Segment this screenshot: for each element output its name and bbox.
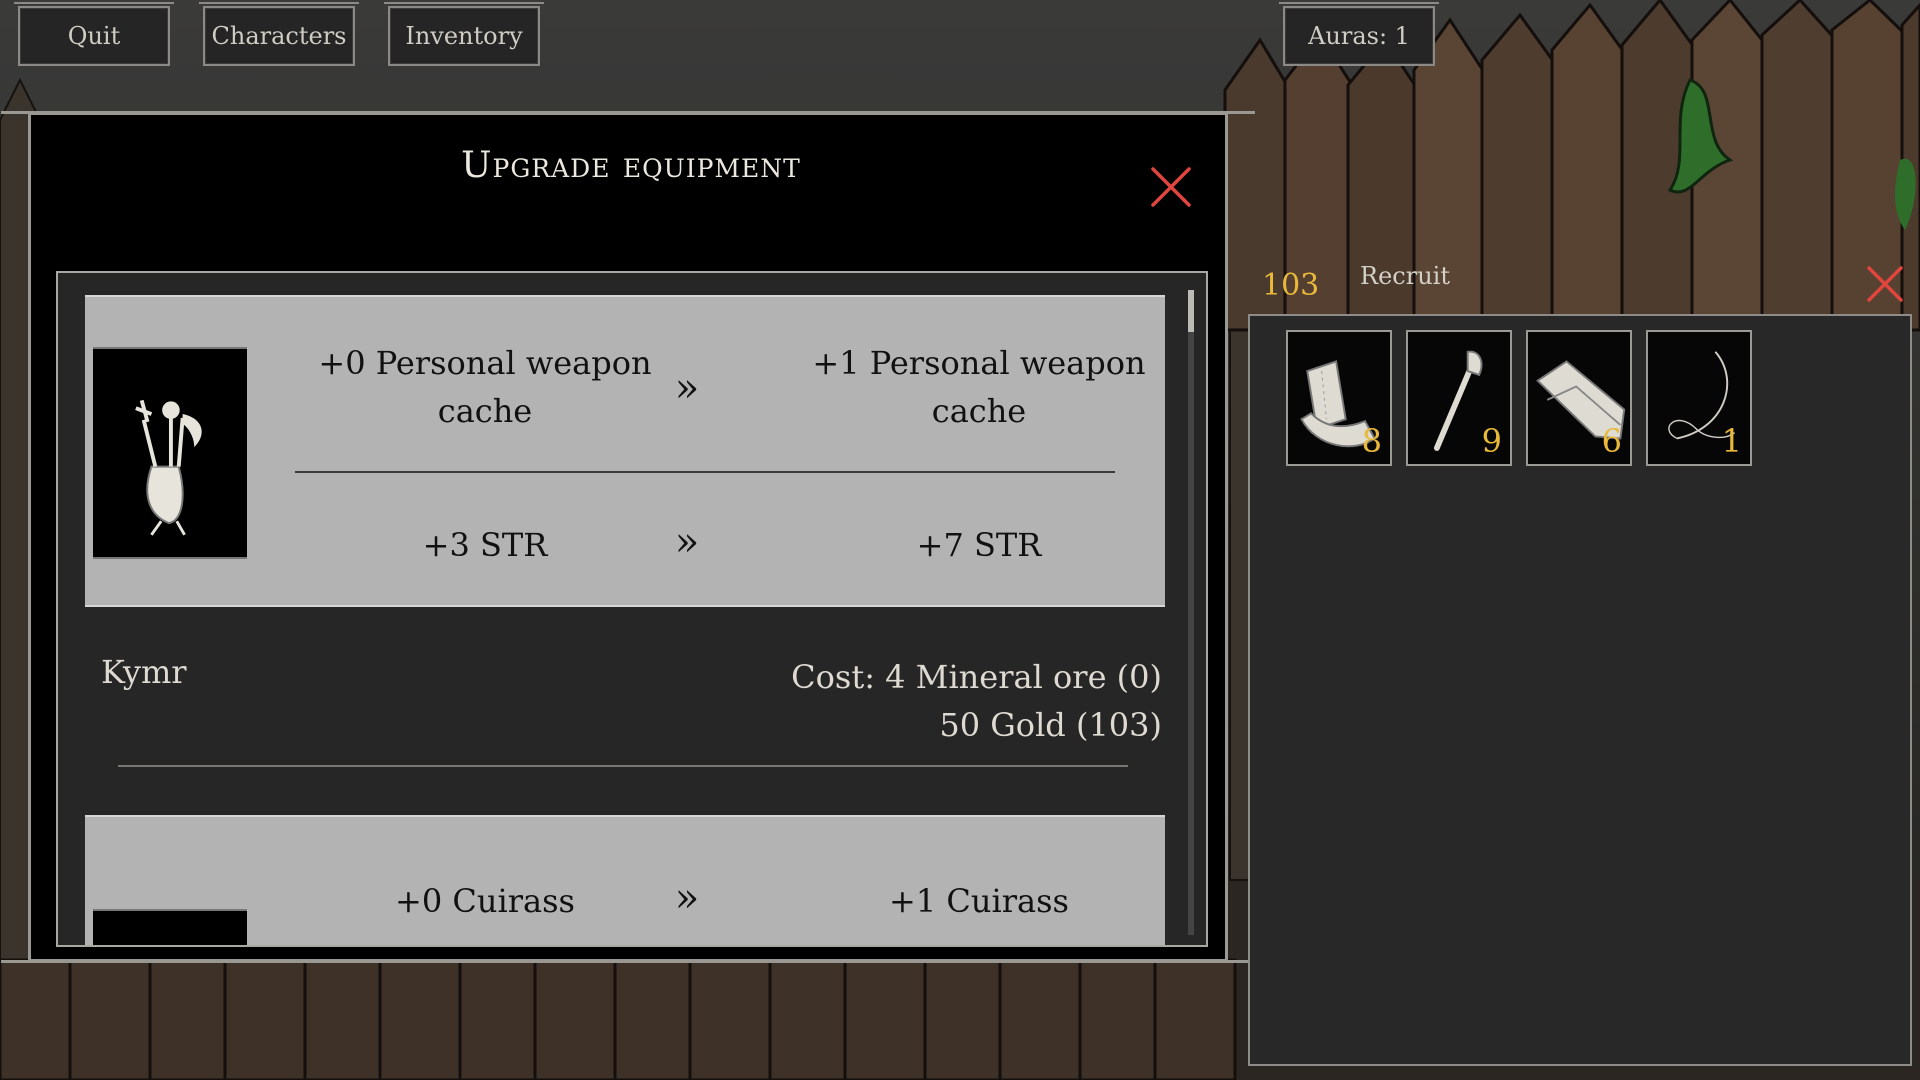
cost-ore: Cost: 4 Mineral ore (0)	[791, 658, 1162, 696]
inventory-slot[interactable]: 1	[1646, 330, 1752, 466]
upgrade-equipment-dialog: Upgrade equipment +0 Personal weapon cac…	[1, 111, 1255, 963]
close-icon[interactable]	[1149, 165, 1193, 209]
quit-button[interactable]: Quit	[14, 2, 174, 66]
characters-button[interactable]: Characters	[199, 2, 359, 66]
upgrade-list[interactable]: +0 Personal weapon cache » +1 Personal w…	[56, 271, 1208, 947]
upgrade-card[interactable]: +0 Personal weapon cache » +1 Personal w…	[85, 295, 1165, 607]
upgrade-cost: Cost: 4 Mineral ore (0) 50 Gold (103)	[791, 653, 1162, 749]
character-name: Kymr	[101, 653, 187, 691]
dialog-title-text: Upgrade equipment	[461, 145, 801, 186]
auras-button[interactable]: Auras: 1	[1279, 2, 1439, 66]
dialog-title: Upgrade equipment	[31, 145, 1231, 186]
close-icon[interactable]	[1865, 264, 1905, 304]
upgrade-arrow: »	[674, 875, 700, 921]
inventory-slot[interactable]: 8	[1286, 330, 1392, 466]
upgraded-item-name: +1 Personal weapon cache	[812, 344, 1146, 430]
upgraded-stat: +7 STR	[916, 526, 1042, 564]
card-divider	[295, 471, 1115, 473]
slot-count: 6	[1601, 422, 1622, 460]
weapon-cache-icon	[93, 347, 247, 559]
inventory-slot[interactable]: 6	[1526, 330, 1632, 466]
upgrade-arrow: »	[674, 519, 700, 565]
current-item-name: +0 Personal weapon cache	[318, 344, 652, 430]
inventory-button[interactable]: Inventory	[384, 2, 544, 66]
cost-gold: 50 Gold (103)	[939, 706, 1162, 744]
inventory-slot[interactable]: 9	[1406, 330, 1512, 466]
scroll-thumb[interactable]	[1188, 290, 1194, 332]
slot-count: 1	[1721, 422, 1742, 460]
cuirass-icon	[93, 909, 247, 945]
slot-count: 8	[1361, 422, 1382, 460]
current-stat: +3 STR	[422, 526, 548, 564]
weapon-cache-icon	[135, 399, 202, 536]
upgrade-card[interactable]: +0 Cuirass » +1 Cuirass	[85, 815, 1165, 945]
upgrade-arrow: »	[674, 365, 700, 411]
inventory-panel: 8 9 6 1	[1248, 314, 1912, 1066]
list-divider	[118, 765, 1128, 767]
slot-count: 9	[1481, 422, 1502, 460]
recruit-label[interactable]: Recruit	[1360, 262, 1450, 290]
scrollbar[interactable]	[1188, 290, 1194, 935]
current-item-name: +0 Cuirass	[395, 882, 575, 920]
upgraded-item-name: +1 Cuirass	[889, 882, 1069, 920]
gold-count: 103	[1262, 268, 1320, 303]
